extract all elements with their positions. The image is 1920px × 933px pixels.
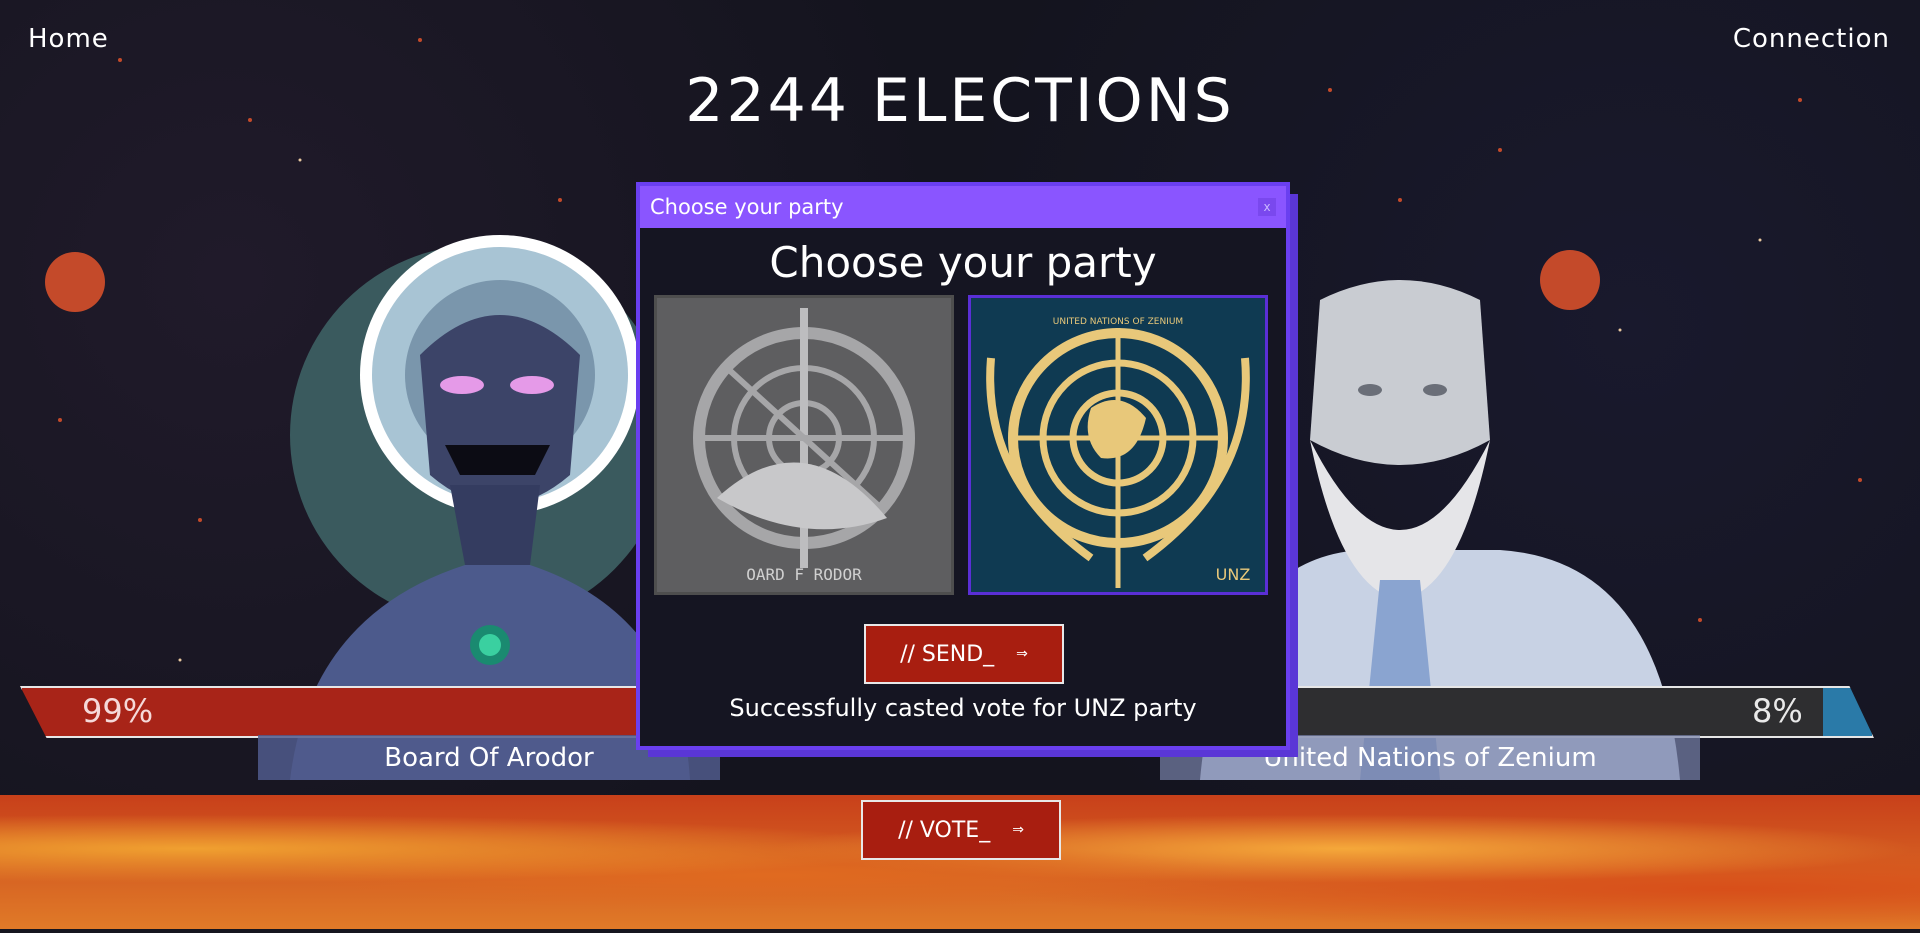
- arrow-right-icon: ⇒: [1012, 822, 1024, 838]
- unz-emblem-text: UNITED NATIONS OF ZENIUM: [1053, 317, 1183, 327]
- party-card-arodor[interactable]: OARD F RODOR: [654, 295, 954, 595]
- vote-button[interactable]: // VOTE_ ⇒: [861, 800, 1061, 860]
- nav-home-link[interactable]: Home: [28, 24, 109, 54]
- modal-header-title: Choose your party: [650, 195, 844, 219]
- arrow-right-icon: ⇒: [1016, 646, 1028, 662]
- percent-arodor: 99%: [82, 692, 154, 730]
- nav-connection-link[interactable]: Connection: [1733, 24, 1890, 54]
- unz-badge: UNZ: [1216, 565, 1251, 584]
- modal-heading: Choose your party: [769, 238, 1157, 287]
- arodor-emblem-icon: OARD F RODOR: [693, 308, 915, 584]
- percent-zenium: 8%: [1752, 692, 1803, 730]
- vote-button-label: // VOTE_: [898, 817, 991, 843]
- vote-status-message: Successfully casted vote for UNZ party: [729, 694, 1197, 722]
- modal-header: Choose your party x: [640, 186, 1286, 228]
- send-button-label: // SEND_: [900, 641, 995, 667]
- send-button[interactable]: // SEND_ ⇒: [864, 624, 1064, 684]
- party-options: OARD F RODOR UNITED NATIONS OF ZENIUM UN…: [654, 295, 1286, 595]
- party-card-unz[interactable]: UNITED NATIONS OF ZENIUM UNZ: [968, 295, 1268, 595]
- choose-party-modal: Choose your party x Choose your party OA…: [636, 182, 1290, 750]
- unz-emblem-icon: UNITED NATIONS OF ZENIUM UNZ: [986, 317, 1251, 588]
- page-title: 2244 ELECTIONS: [685, 66, 1235, 136]
- close-icon[interactable]: x: [1258, 198, 1276, 216]
- arodor-emblem-text: OARD F RODOR: [746, 565, 862, 584]
